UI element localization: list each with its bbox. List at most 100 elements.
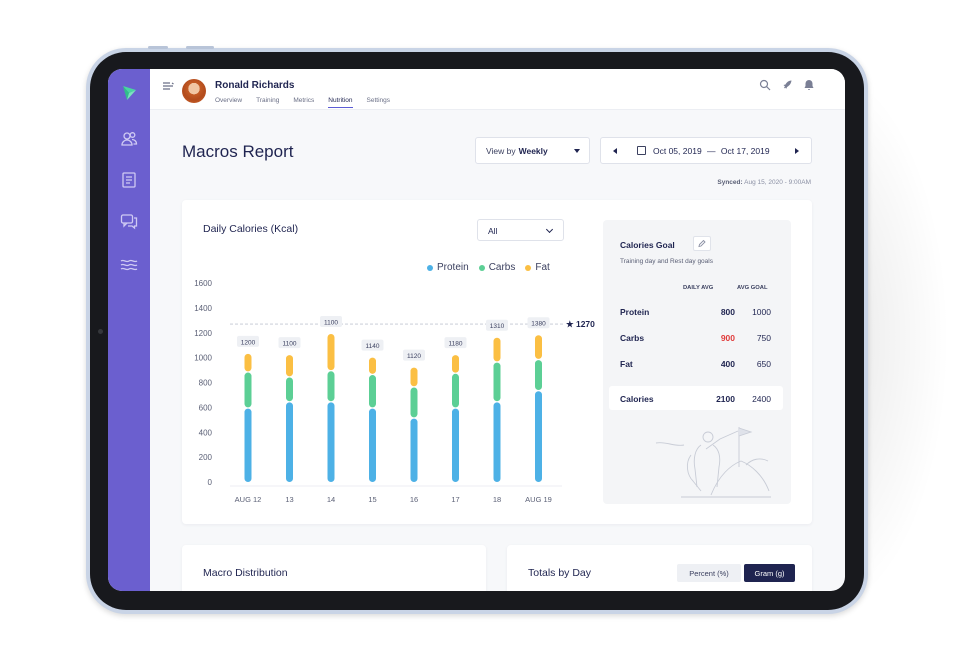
- rocket-icon[interactable]: [781, 79, 793, 91]
- bar-fat: [535, 335, 542, 359]
- volume-button: [148, 46, 168, 49]
- row-daily: 900: [720, 333, 735, 343]
- logo-icon[interactable]: [119, 83, 139, 103]
- bar-protein: [410, 418, 418, 482]
- pencil-icon: [698, 239, 706, 248]
- view-by-select[interactable]: View by Weekly: [475, 137, 590, 164]
- tab-overview[interactable]: Overview: [215, 97, 242, 108]
- tab-metrics[interactable]: Metrics: [293, 97, 314, 108]
- totals-by-day-card: Totals by Day Percent (%) Gram (g): [507, 545, 812, 591]
- sidebar: [108, 69, 150, 591]
- total-goal: 2400: [752, 394, 771, 404]
- totals-by-day-title: Totals by Day: [528, 567, 592, 579]
- bar-fat: [493, 337, 501, 362]
- goal-marker-label: ★ 1270: [566, 319, 595, 329]
- bar-fat: [327, 333, 335, 371]
- data-label: 1100: [324, 319, 338, 326]
- y-tick-label: 1200: [194, 329, 212, 338]
- bar-fat: [244, 353, 252, 372]
- page-title: Macros Report: [182, 142, 294, 161]
- caret-down-icon: [574, 149, 580, 153]
- data-label: 1100: [283, 341, 297, 348]
- avatar[interactable]: [182, 79, 206, 103]
- data-label: 1200: [241, 339, 256, 346]
- bar-fat: [410, 367, 418, 387]
- x-tick-label: 18: [493, 495, 501, 504]
- bar-carbs: [535, 360, 542, 391]
- bar-carbs: [327, 371, 335, 402]
- col-daily-avg: DAILY AVG: [683, 285, 714, 291]
- daily-calories-card: Daily Calories (Kcal) All Protein Carbs …: [182, 200, 812, 524]
- bar-protein: [327, 402, 335, 482]
- goal-subtitle: Training day and Rest day goals: [620, 258, 713, 265]
- row-goal: 650: [756, 359, 771, 369]
- bar-carbs: [244, 372, 252, 408]
- x-tick-label: 14: [327, 495, 335, 504]
- bar-carbs: [286, 377, 293, 402]
- x-tick-label: 17: [451, 495, 459, 504]
- menu-icon[interactable]: [162, 81, 174, 91]
- date-range-text: Oct 05, 2019 — Oct 17, 2019: [653, 146, 770, 156]
- climber-illustration: [655, 427, 771, 498]
- document-icon[interactable]: [119, 170, 139, 190]
- bar-carbs: [410, 387, 418, 418]
- chat-icon[interactable]: [119, 211, 139, 231]
- date-end: Oct 17, 2019: [720, 146, 770, 156]
- view-by-prefix: View by: [486, 145, 516, 156]
- synced-value: Aug 15, 2020 - 9:00AM: [744, 179, 811, 186]
- macro-distribution-title: Macro Distribution: [203, 567, 288, 579]
- bar-protein: [286, 402, 293, 482]
- bar-fat: [452, 355, 459, 373]
- row-label: Carbs: [620, 333, 645, 343]
- y-tick-label: 0: [208, 478, 213, 487]
- total-daily: 2100: [716, 394, 735, 404]
- x-tick-label: AUG 12: [235, 495, 262, 504]
- data-label: 1180: [449, 341, 463, 348]
- tab-training[interactable]: Training: [256, 97, 279, 108]
- y-tick-label: 1000: [194, 354, 212, 363]
- date-start: Oct 05, 2019: [653, 146, 702, 156]
- data-label: 1120: [407, 353, 421, 360]
- gram-toggle[interactable]: Gram (g): [744, 564, 795, 582]
- nav-tabs: Overview Training Metrics Nutrition Sett…: [215, 97, 404, 108]
- data-label: 1380: [531, 321, 546, 328]
- user-name: Ronald Richards: [215, 80, 295, 91]
- bar-fat: [369, 357, 376, 374]
- x-tick-label: 16: [410, 495, 418, 504]
- tab-nutrition[interactable]: Nutrition: [328, 97, 353, 108]
- y-tick-label: 600: [199, 403, 213, 412]
- date-range-picker[interactable]: Oct 05, 2019 — Oct 17, 2019: [600, 137, 812, 164]
- row-label: Protein: [620, 307, 650, 317]
- percent-toggle[interactable]: Percent (%): [677, 564, 741, 582]
- calendar-icon: [637, 146, 646, 155]
- goal-row-calories: Calories 2100 2400: [609, 386, 783, 410]
- x-tick-label: 15: [368, 495, 376, 504]
- data-label: 1140: [366, 343, 380, 350]
- top-bar: Ronald Richards Overview Training Metric…: [150, 69, 845, 110]
- view-by-value: Weekly: [518, 145, 548, 156]
- tab-settings[interactable]: Settings: [367, 97, 391, 108]
- users-icon[interactable]: [119, 129, 139, 149]
- y-tick-label: 800: [199, 379, 213, 388]
- data-label: 1310: [490, 323, 505, 330]
- search-icon[interactable]: [759, 79, 771, 91]
- waves-icon[interactable]: [119, 254, 139, 274]
- next-arrow-icon[interactable]: [795, 148, 799, 154]
- camera-dot: [98, 329, 103, 334]
- synced-status: Synced: Aug 15, 2020 - 9:00AM: [717, 179, 811, 186]
- total-label: Calories: [620, 394, 654, 404]
- bar-protein: [452, 408, 459, 482]
- x-tick-label: 13: [285, 495, 293, 504]
- edit-goal-button[interactable]: [693, 236, 711, 251]
- y-tick-label: 1400: [194, 304, 212, 313]
- bar-carbs: [452, 373, 459, 408]
- prev-arrow-icon[interactable]: [613, 148, 617, 154]
- bell-icon[interactable]: [803, 79, 815, 91]
- date-separator: —: [707, 146, 716, 156]
- row-goal: 1000: [752, 307, 771, 317]
- synced-label: Synced:: [717, 179, 743, 186]
- app-screen: Ronald Richards Overview Training Metric…: [108, 69, 845, 591]
- calories-goal-panel: Calories Goal Training day and Rest day …: [603, 220, 791, 504]
- stage: Ronald Richards Overview Training Metric…: [0, 0, 960, 646]
- top-icons: [759, 79, 815, 91]
